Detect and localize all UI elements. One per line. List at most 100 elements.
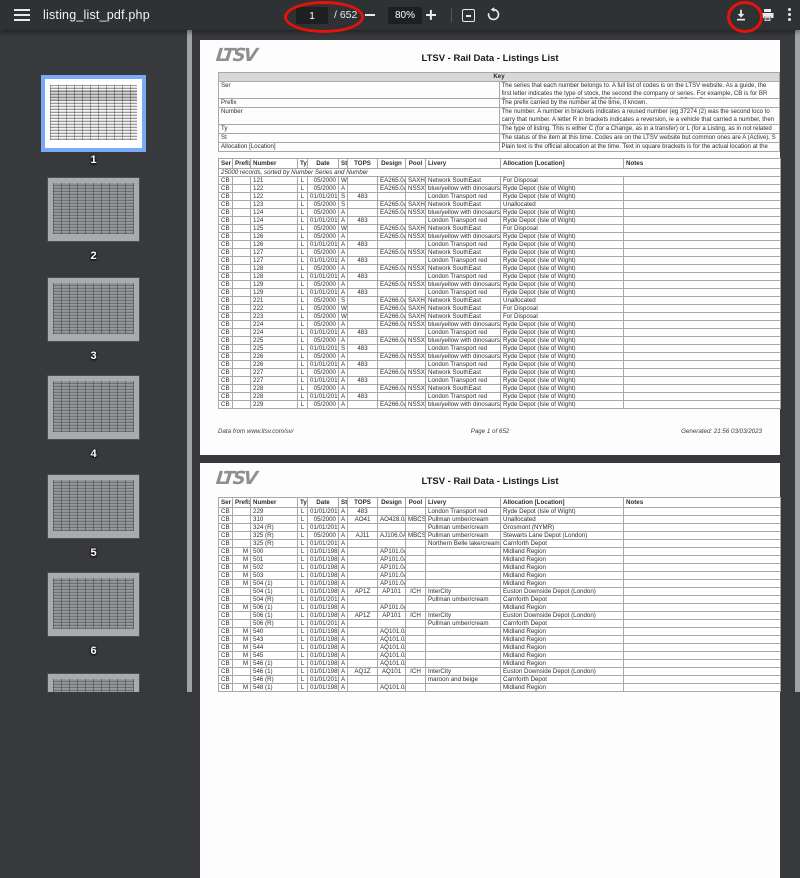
fit-to-page-button[interactable] — [461, 8, 475, 22]
table-header-row: Ser Prefix Number Ty Date St TOPS Design Pool Liv… — [218, 497, 781, 508]
thumbnail-page-image — [47, 474, 140, 539]
table-row: CB 126 L 05/2000 A EA265.0A NSSX blue/yellow wi… — [218, 232, 781, 241]
table-row: CB 124 L 01/01/2019 A 483 London Transport red… — [218, 216, 781, 225]
table-row: CB 226 L 01/01/2019 A 483 London Transport red… — [218, 360, 781, 369]
table-row: CB 123 L 05/2000 S EA265.0A SAXH Network SouthE… — [218, 200, 781, 209]
page-number-input[interactable] — [296, 7, 328, 24]
table-row: CB 125 L 05/2000 W EA265.0A SAXH Network SouthE… — [218, 224, 781, 233]
table-row: CB 221 L 05/2000 S EA266.0A SAXH Network SouthE… — [218, 296, 781, 305]
key-table-header: Key — [218, 72, 780, 82]
thumbnail-label: 2 — [90, 250, 97, 262]
table-row: CB 127 L 05/2000 A EA265.0A NSSX Network SouthE… — [218, 248, 781, 257]
pdf-page-1: LTSV LTSV - Rail Data - Listings List Ke… — [200, 40, 781, 455]
table-row: CB 506 (R) L 01/01/2019 A Pullman umber/cream… — [218, 619, 781, 628]
pdf-viewer-toolbar: listing_list_pdf.php / 652 80% — [0, 0, 800, 30]
key-row: Ser The series that each number belongs t… — [218, 81, 780, 99]
zoom-out-button[interactable] — [363, 8, 377, 22]
table-row: CB 226 L 05/2000 A EA266.0A NSSX blue/yellow wi… — [218, 352, 781, 361]
table-row: CB M 500 L 01/01/1982 A AP101.0A Midland Region — [218, 547, 781, 556]
rotate-icon — [487, 7, 500, 21]
zoom-in-button[interactable] — [424, 8, 438, 22]
toolbar-divider — [451, 8, 452, 22]
thumbnail-page-7[interactable] — [47, 673, 140, 692]
table-row: CB310L05/2000AAO41AO428.0AMBCSPullman um… — [218, 515, 781, 524]
table-row: CBM543L01/01/1982AAQ101.0AMidland Region — [218, 635, 781, 644]
table-row: CBM546 (1)L01/01/1982AAQ101.0AMidland Re… — [218, 659, 781, 668]
zoom-level-value[interactable]: 80% — [388, 7, 422, 24]
table-row: CB 129 L 05/2000 A EA265.0A NSSX blue/yellow wi… — [218, 280, 781, 289]
table-row: CB M 501 L 01/01/1982 A AP101.0A Midland Region — [218, 555, 781, 564]
table-row: CB 325 (R) L 01/01/2019 A Northern Belle lake… — [218, 539, 781, 548]
key-row: Number The number. A number in brackets i… — [218, 107, 780, 125]
listings-table-page2: Ser Prefix Number Ty Date St TOPS Design Pool Liv… — [218, 497, 781, 692]
table-row: CB 229 L 01/01/2019 A 483 London Transport red… — [218, 507, 781, 516]
thumbnail-sidebar: 1 2 3 4 5 6 — [0, 30, 187, 692]
table-row: CB 227 L 01/01/2019 A 483 London Transport red… — [218, 376, 781, 385]
table-row: CB 129 L 01/01/2019 A 483 London Transport red… — [218, 288, 781, 297]
table-row: CB 506 (1) L 01/01/1989 A AP1Z AP101 ICH InterCi… — [218, 611, 781, 620]
key-row: Prefix The prefix carried by the number a… — [218, 98, 780, 108]
thumbnail-page-2[interactable] — [47, 177, 140, 242]
record-count-note: 25000 records, sorted by Number Series a… — [218, 168, 781, 177]
menu-icon[interactable] — [14, 9, 30, 21]
table-row: CB M 503 L 01/01/1982 A AP101.0A Midland Region — [218, 571, 781, 580]
pdf-page-2: LTSV LTSV - Rail Data - Listings List Se… — [200, 463, 781, 878]
download-icon — [737, 9, 745, 21]
table-row: CB 128 L 05/2000 A EA265.0A NSSX Network SouthE… — [218, 264, 781, 273]
table-row: CB 224 L 01/01/2019 A 483 London Transport red… — [218, 328, 781, 337]
table-row: CB 126 L 01/01/2019 A 483 London Transport red… — [218, 240, 781, 249]
key-row: Allocation [Location] Plain text is the o… — [218, 142, 780, 152]
table-row: CB 128 L 01/01/2019 A 483 London Transport red… — [218, 272, 781, 281]
thumbnail-page-3[interactable] — [47, 277, 140, 342]
fit-to-page-icon — [462, 9, 475, 22]
thumbnail-page-5[interactable] — [47, 474, 140, 539]
print-button[interactable] — [760, 8, 775, 22]
thumbnail-page-4[interactable] — [47, 375, 140, 440]
table-row: CB M 504 (1) L 01/01/1982 A AP101.0A Midland Re… — [218, 579, 781, 588]
download-button[interactable] — [734, 8, 748, 22]
more-options-button[interactable] — [785, 8, 793, 22]
table-row: CB 122 L 01/01/2019 S 483 London Transport red… — [218, 192, 781, 201]
thumbnail-page-image — [47, 277, 140, 342]
thumbnail-page-image — [47, 375, 140, 440]
key-row: Ty The type of listing. This is either C … — [218, 124, 780, 134]
table-row: CB 546 (1) L 01/01/1989 A AQ1Z AQ101 ICH InterCi… — [218, 667, 781, 676]
main-scrollbar[interactable] — [795, 30, 800, 692]
document-heading: LTSV - Rail Data - Listings List — [421, 476, 559, 487]
thumbnail-page-image — [41, 75, 146, 152]
table-row: CB 324 (R) L 01/01/2019 A Pullman umber/cream… — [218, 523, 781, 532]
sidebar-scrollbar[interactable] — [187, 30, 192, 692]
thumbnail-page-1[interactable] — [41, 75, 146, 152]
key-table: Key Ser The series that each number belong… — [218, 72, 780, 152]
table-row: CB 222 L 05/2000 W EA266.0A SAXH Network SouthE… — [218, 304, 781, 313]
thumbnail-label: 4 — [90, 448, 97, 460]
table-header-row: Ser Prefix Number Ty Date St TOPS Design Pool Liv… — [218, 158, 781, 169]
table-row: CB 228 L 05/2000 A EA266.0A NSSX Network SouthE… — [218, 384, 781, 393]
table-row: CB 228 L 01/01/2019 A 483 London Transport red… — [218, 392, 781, 401]
table-row: CB M 502 L 01/01/1982 A AP101.0A Midland Region — [218, 563, 781, 572]
table-row: CB 122 L 05/2000 A EA265.0A NSSX blue/yellow wi… — [218, 184, 781, 193]
table-row: CBM544L01/01/1982AAQ101.0AMidland Region — [218, 643, 781, 652]
table-row: CB M 506 (1) L 01/01/1982 A AP101.0A Midland Re… — [218, 603, 781, 612]
table-row: CBM548 (1)L01/01/1982AAQ101.0AMidland Re… — [218, 683, 781, 692]
table-row: CB 225 L 05/2000 A EA266.0A NSSX blue/yellow wi… — [218, 336, 781, 345]
thumbnail-label: 1 — [90, 154, 97, 166]
document-title: listing_list_pdf.php — [43, 8, 150, 22]
listings-table-page1: Ser Prefix Number Ty Date St TOPS Design Pool Liv… — [218, 158, 781, 409]
thumbnail-page-6[interactable] — [47, 572, 140, 637]
table-row: CB 504 (R) L 01/01/2019 A Pullman umber/cream… — [218, 595, 781, 604]
table-row: CB 223 L 05/2000 W EA266.0A SAXH Network SouthE… — [218, 312, 781, 321]
table-row: CB 124 L 05/2000 A EA265.0A NSSX blue/yellow wi… — [218, 208, 781, 217]
table-row: CB 325 (R) L 05/2000 A AJ11 AJ106.0A MBCS Pullma… — [218, 531, 781, 540]
document-heading: LTSV - Rail Data - Listings List — [421, 53, 559, 64]
thumbnail-page-image — [47, 673, 140, 692]
table-row: CBM545L01/01/1982AAQ101.0AMidland Region — [218, 651, 781, 660]
thumbnail-label: 6 — [90, 645, 97, 657]
table-row: CB 127 L 01/01/2019 A 483 London Transport red… — [218, 256, 781, 265]
rotate-button[interactable] — [486, 7, 502, 23]
table-row: CB 224 L 05/2000 A EA266.0A NSSX blue/yellow wi… — [218, 320, 781, 329]
key-row: St The status of the item at this time. C… — [218, 133, 780, 143]
minus-icon — [365, 14, 375, 16]
table-row: CB 227 L 05/2000 A EA266.0A NSSX Network SouthE… — [218, 368, 781, 377]
print-icon — [761, 9, 774, 21]
